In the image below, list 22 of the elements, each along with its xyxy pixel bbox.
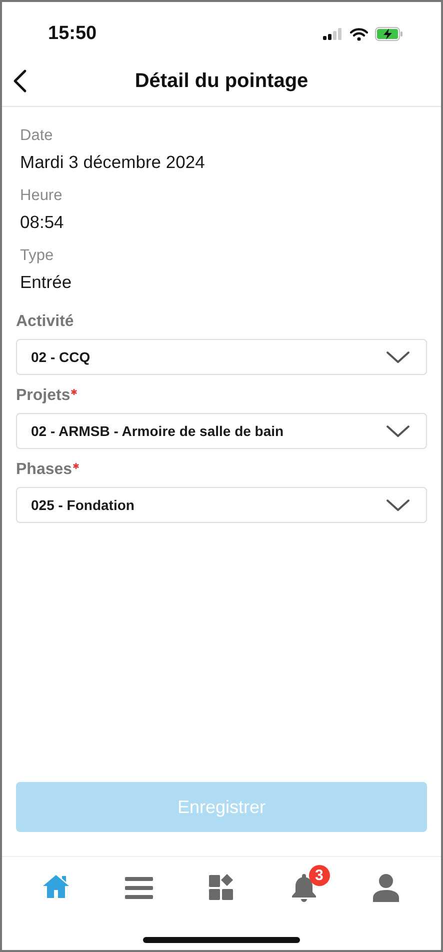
field-label: Heure — [20, 187, 64, 205]
chevron-down-icon — [386, 350, 410, 364]
field-label: Activité — [16, 313, 75, 331]
dropdown-field[interactable]: 025 - Fondation — [16, 487, 427, 523]
status-time: 15:50 — [48, 23, 97, 45]
chevron-down-icon — [386, 498, 410, 512]
field-value: Entrée — [20, 272, 73, 293]
battery-charging-icon — [375, 27, 403, 41]
back-icon[interactable] — [13, 69, 27, 93]
dropdown-field[interactable]: 02 - ARMSB - Armoire de salle de bain — [16, 413, 427, 449]
field-value: Mardi 3 décembre 2024 — [20, 152, 206, 173]
chevron-down-icon — [386, 424, 410, 438]
field-label: Projets — [16, 387, 427, 405]
screen-title: Détail du pointage — [134, 70, 308, 92]
wifi-icon — [350, 28, 368, 40]
field-label: Type — [20, 247, 55, 265]
field-value: 08:54 — [20, 212, 65, 233]
dropdown-field[interactable]: 02 - CCQ — [16, 339, 427, 375]
field-label: Phases — [16, 461, 427, 479]
notification-badge: 3 — [308, 865, 330, 886]
signal-icon — [323, 28, 343, 40]
field-label: Date — [20, 127, 54, 145]
